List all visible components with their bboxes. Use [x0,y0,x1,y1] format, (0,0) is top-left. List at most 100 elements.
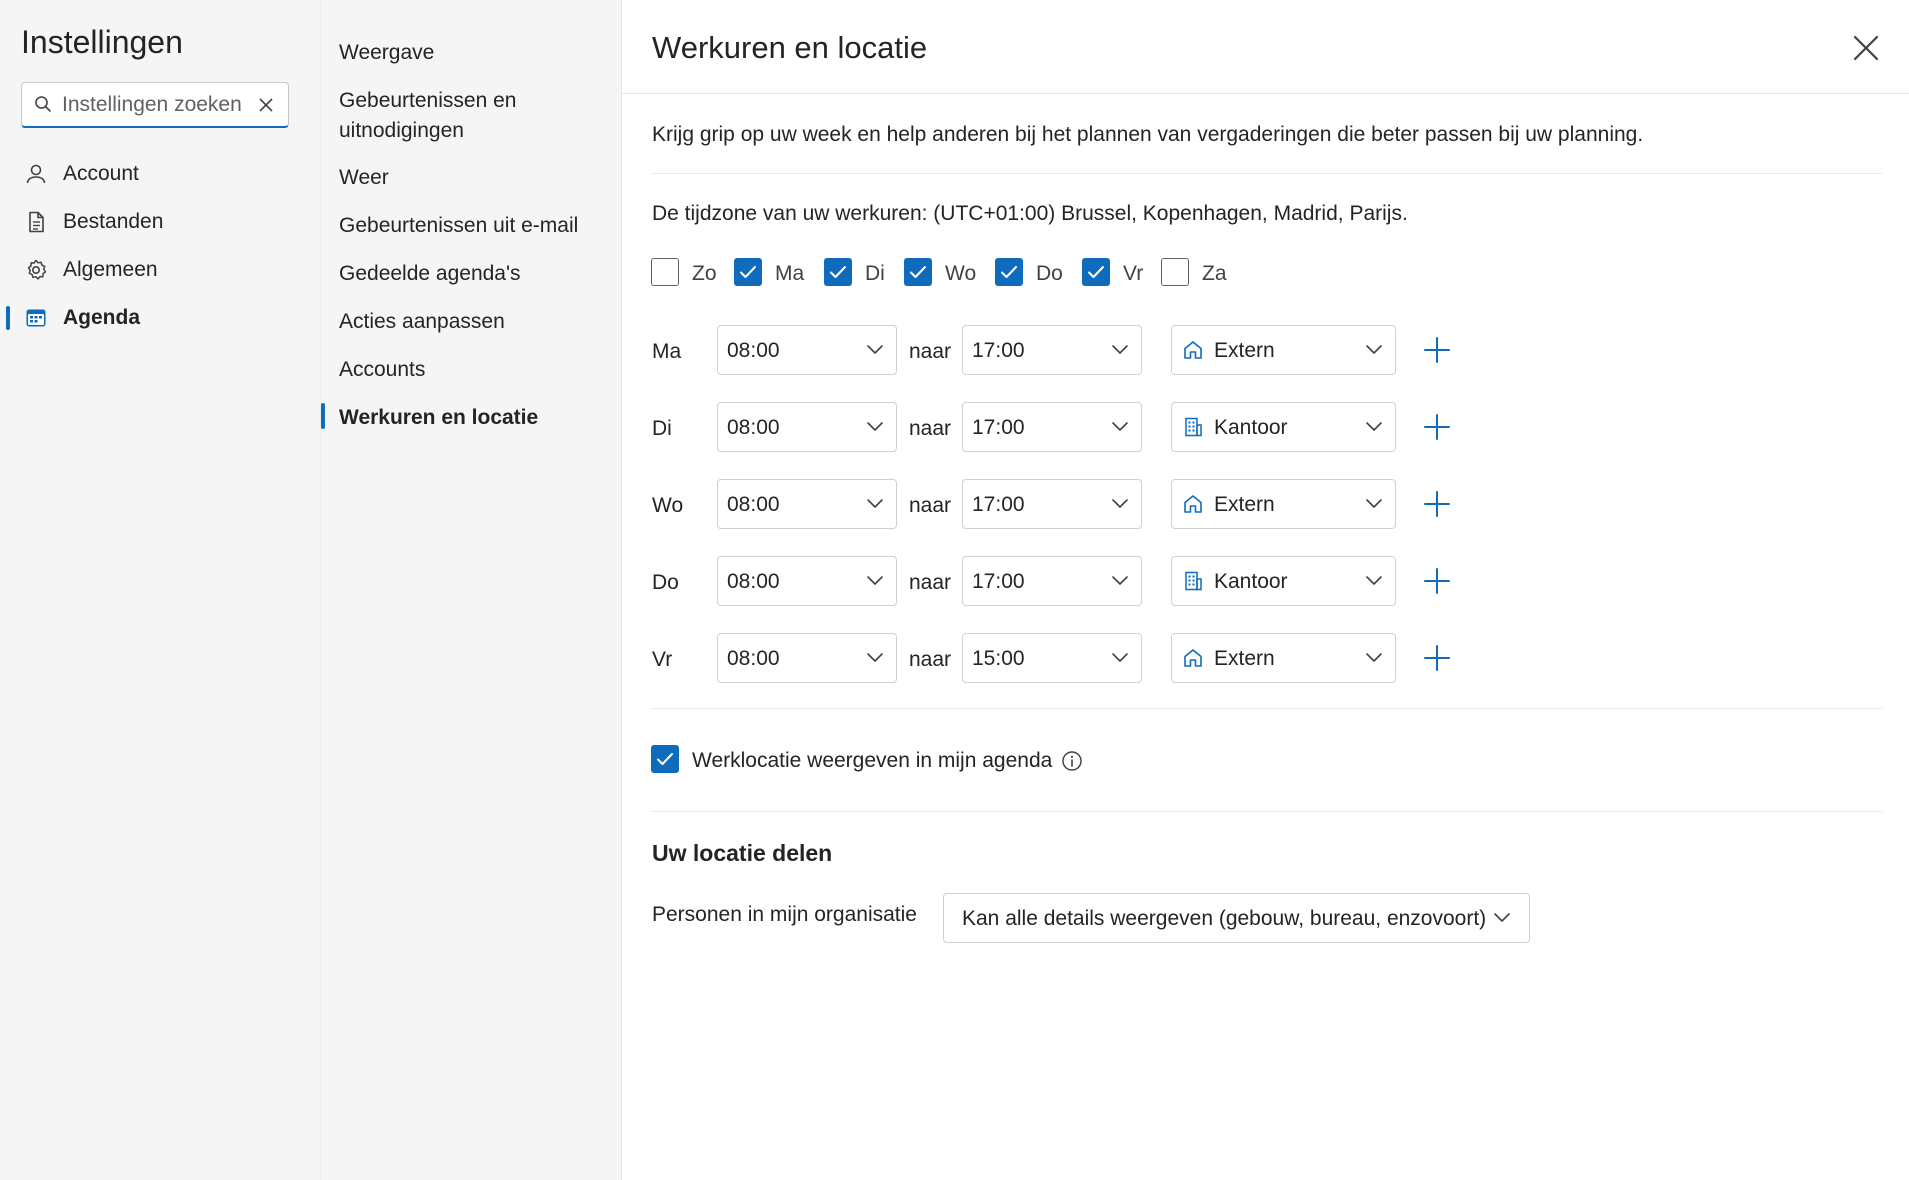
end-time-value: 17:00 [972,416,1025,439]
work-location-dropdown[interactable]: Kantoor [1171,402,1396,452]
add-time-block-button[interactable] [1422,643,1452,673]
schedule-day-label: Vr [652,648,673,671]
subnav-item-gedeelde-agendas[interactable]: Gedeelde agenda's [339,259,609,289]
home-icon [1182,339,1204,366]
plus-icon [1424,414,1450,440]
to-label: naar [909,340,952,363]
work-location-dropdown[interactable]: Kantoor [1171,556,1396,606]
end-time-dropdown[interactable]: 17:00 [962,402,1142,452]
start-time-value: 08:00 [727,416,780,439]
chevron-down-icon [1365,419,1383,437]
start-time-dropdown[interactable]: 08:00 [717,402,897,452]
page-title: Werkuren en locatie [652,30,928,65]
chevron-down-icon [1111,650,1129,668]
to-label: naar [909,648,952,671]
chevron-down-icon [1111,573,1129,591]
header-divider [621,93,1909,94]
show-location-checkbox[interactable] [651,745,679,773]
search-icon [34,95,52,118]
to-label: naar [909,417,952,440]
subnav-item-acties-aanpassen[interactable]: Acties aanpassen [339,307,609,337]
gear-icon [24,258,48,287]
nav-item-agenda[interactable]: Agenda [0,296,320,340]
nav-item-account[interactable]: Account [0,152,320,196]
work-location-dropdown[interactable]: Extern [1171,325,1396,375]
work-location-value: Extern [1214,493,1275,516]
intro-text: Krijg grip op uw week en help anderen bi… [652,123,1644,146]
schedule-day-label: Ma [652,340,682,363]
work-location-value: Kantoor [1214,416,1288,439]
nav-item-label: Agenda [63,306,141,329]
nav-item-label: Bestanden [63,210,164,233]
settings-search-input[interactable] [62,91,246,119]
subnav-item-gebeurtenissen-uitnodigingen[interactable]: Gebeurtenissen en uitnodigingen [339,86,569,146]
start-time-value: 08:00 [727,647,780,670]
show-location-label: Werklocatie weergeven in mijn agenda [692,749,1053,772]
subnav-item-gebeurtenissen-email[interactable]: Gebeurtenissen uit e-mail [339,211,609,241]
close-button[interactable] [1848,30,1884,66]
work-location-value: Kantoor [1214,570,1288,593]
day-checkbox-label: Di [865,262,885,285]
document-icon [24,210,48,239]
day-checkbox-ma[interactable] [734,258,762,286]
plus-icon [1424,568,1450,594]
nav-item-label: Algemeen [63,258,158,281]
start-time-dropdown[interactable]: 08:00 [717,633,897,683]
subnav-item-accounts[interactable]: Accounts [339,355,609,385]
chevron-down-icon [1365,650,1383,668]
home-icon [1182,647,1204,674]
end-time-value: 15:00 [972,647,1025,670]
active-indicator [321,403,325,429]
day-checkbox-zo[interactable] [651,258,679,286]
day-checkbox-wo[interactable] [904,258,932,286]
settings-search-box[interactable] [21,82,289,128]
day-checkbox-label: Zo [692,262,717,285]
work-location-dropdown[interactable]: Extern [1171,633,1396,683]
chevron-down-icon [1111,419,1129,437]
subnav-item-weer[interactable]: Weer [339,163,609,193]
end-time-dropdown[interactable]: 17:00 [962,325,1142,375]
day-checkbox-vr[interactable] [1082,258,1110,286]
start-time-value: 08:00 [727,570,780,593]
start-time-dropdown[interactable]: 08:00 [717,556,897,606]
add-time-block-button[interactable] [1422,489,1452,519]
chevron-down-icon [1111,342,1129,360]
subnav-item-weergave[interactable]: Weergave [339,38,609,68]
end-time-dropdown[interactable]: 17:00 [962,479,1142,529]
start-time-dropdown[interactable]: 08:00 [717,479,897,529]
chevron-down-icon [866,342,884,360]
info-icon[interactable] [1061,750,1083,777]
add-time-block-button[interactable] [1422,412,1452,442]
end-time-value: 17:00 [972,339,1025,362]
day-checkbox-label: Vr [1123,262,1144,285]
subnav-item-werkuren-locatie[interactable]: Werkuren en locatie [339,403,609,433]
clear-search-icon[interactable] [257,96,275,119]
home-icon [1182,493,1204,520]
plus-icon [1424,337,1450,363]
chevron-down-icon [866,496,884,514]
share-location-label: Personen in mijn organisatie [652,903,917,926]
nav-item-bestanden[interactable]: Bestanden [0,200,320,244]
start-time-value: 08:00 [727,339,780,362]
day-checkbox-di[interactable] [824,258,852,286]
day-checkbox-label: Do [1036,262,1063,285]
end-time-dropdown[interactable]: 17:00 [962,556,1142,606]
chevron-down-icon [866,573,884,591]
work-location-dropdown[interactable]: Extern [1171,479,1396,529]
start-time-dropdown[interactable]: 08:00 [717,325,897,375]
chevron-down-icon [1493,910,1511,928]
nav-item-algemeen[interactable]: Algemeen [0,248,320,292]
share-location-heading: Uw locatie delen [652,840,833,866]
plus-icon [1424,491,1450,517]
to-label: naar [909,571,952,594]
add-time-block-button[interactable] [1422,566,1452,596]
end-time-dropdown[interactable]: 15:00 [962,633,1142,683]
day-checkbox-do[interactable] [995,258,1023,286]
chevron-down-icon [1365,496,1383,514]
day-checkbox-za[interactable] [1161,258,1189,286]
chevron-down-icon [866,650,884,668]
share-location-dropdown[interactable]: Kan alle details weergeven (gebouw, bure… [943,893,1530,943]
end-time-value: 17:00 [972,493,1025,516]
schedule-day-label: Wo [652,494,684,517]
add-time-block-button[interactable] [1422,335,1452,365]
